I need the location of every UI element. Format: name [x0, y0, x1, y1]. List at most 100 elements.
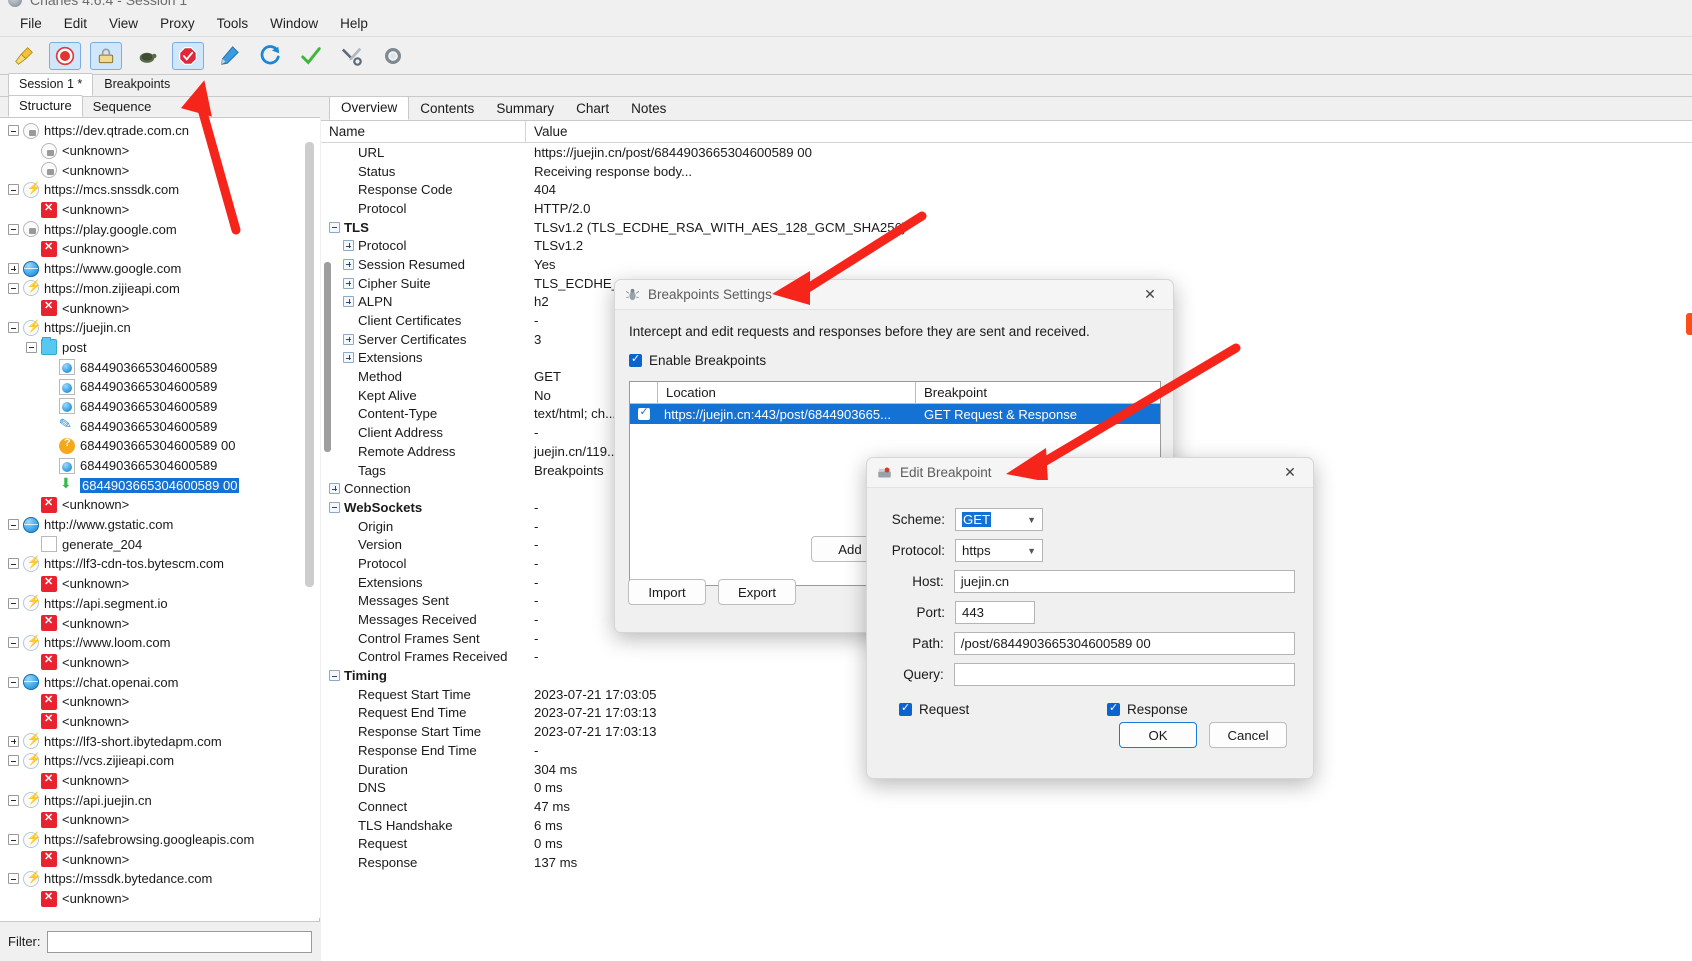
tree-node[interactable]: 6844903665304600589 00: [0, 436, 320, 456]
protocol-select[interactable]: https ▼: [955, 539, 1043, 562]
close-icon[interactable]: ✕: [1277, 462, 1303, 484]
menu-item-view[interactable]: View: [98, 13, 149, 34]
host-input[interactable]: juejin.cn: [953, 570, 1295, 593]
tree-node[interactable]: https://www.google.com: [0, 259, 320, 279]
tree-node[interactable]: https://play.google.com: [0, 219, 320, 239]
tree-node[interactable]: 6844903665304600589 00: [0, 475, 320, 495]
menu-item-window[interactable]: Window: [259, 13, 329, 34]
tree-node[interactable]: 6844903665304600589: [0, 377, 320, 397]
tree-node[interactable]: 6844903665304600589: [0, 357, 320, 377]
overview-row[interactable]: Request 0 ms: [321, 834, 1692, 853]
expand-plus-icon[interactable]: [343, 258, 354, 270]
collapse-minus-icon[interactable]: [8, 223, 19, 235]
tab-summary[interactable]: Summary: [485, 98, 565, 120]
request-checkbox-group[interactable]: Request: [899, 701, 1107, 717]
collapse-minus-icon[interactable]: [8, 834, 19, 846]
tree-node[interactable]: <unknown>: [0, 653, 320, 673]
overview-row[interactable]: Protocol HTTP/2.0: [321, 199, 1692, 218]
collapse-minus-icon[interactable]: [8, 125, 19, 137]
enable-breakpoints-checkbox[interactable]: [629, 352, 642, 367]
tree-node[interactable]: https://lf3-short.ibytedapm.com: [0, 731, 320, 751]
expand-plus-icon[interactable]: [8, 263, 19, 275]
menu-item-proxy[interactable]: Proxy: [149, 13, 206, 34]
export-button[interactable]: Export: [718, 579, 796, 605]
tree-node[interactable]: post: [0, 337, 320, 358]
breakpoints-button[interactable]: [172, 41, 204, 70]
collapse-minus-icon[interactable]: [8, 676, 19, 688]
scrollbar-thumb[interactable]: [305, 142, 314, 587]
ok-button[interactable]: OK: [1119, 722, 1197, 748]
tree-node[interactable]: https://api.juejin.cn: [0, 790, 320, 810]
collapse-minus-icon[interactable]: [26, 341, 37, 353]
tab-notes[interactable]: Notes: [620, 98, 677, 120]
overview-row[interactable]: Protocol TLSv1.2: [321, 236, 1692, 255]
menu-item-file[interactable]: File: [9, 13, 53, 34]
tree-node[interactable]: https://juejin.cn: [0, 318, 320, 338]
tree-node[interactable]: <unknown>: [0, 141, 320, 161]
tree-node[interactable]: <unknown>: [0, 298, 320, 318]
expand-plus-icon[interactable]: [343, 333, 354, 345]
expand-plus-icon[interactable]: [343, 296, 354, 308]
overview-row[interactable]: Session Resumed Yes: [321, 255, 1692, 274]
tree-node[interactable]: <unknown>: [0, 495, 320, 515]
path-input[interactable]: /post/6844903665304600589 00: [953, 632, 1295, 655]
overview-row[interactable]: TLS Handshake 6 ms: [321, 816, 1692, 835]
port-input[interactable]: 443: [955, 601, 1035, 624]
record-button[interactable]: [49, 41, 81, 70]
tree-node[interactable]: <unknown>: [0, 692, 320, 712]
tree-node[interactable]: <unknown>: [0, 771, 320, 791]
ssl-proxying-button[interactable]: [90, 41, 122, 70]
session-tab-session-1[interactable]: Session 1 *: [8, 73, 94, 96]
right-pane-scrollbar[interactable]: [324, 152, 333, 852]
tree-node[interactable]: 6844903665304600589: [0, 397, 320, 417]
overview-row[interactable]: URL https://juejin.cn/post/68449036653046…: [321, 143, 1692, 162]
session-tab-breakpoints[interactable]: Breakpoints: [93, 73, 181, 96]
expand-plus-icon[interactable]: [8, 735, 19, 747]
table-row[interactable]: https://juejin.cn:443/post/6844903665...…: [630, 404, 1160, 424]
tree-node[interactable]: <unknown>: [0, 889, 320, 909]
collapse-minus-icon[interactable]: [8, 597, 19, 609]
expand-plus-icon[interactable]: [343, 277, 354, 289]
tree-node[interactable]: https://mssdk.bytedance.com: [0, 869, 320, 889]
collapse-minus-icon[interactable]: [8, 558, 19, 570]
throttle-button[interactable]: [131, 42, 163, 70]
tree-node[interactable]: 6844903665304600589: [0, 416, 320, 436]
clear-session-button[interactable]: [8, 42, 40, 70]
menu-item-edit[interactable]: Edit: [53, 13, 98, 34]
import-button[interactable]: Import: [628, 579, 706, 605]
scheme-select[interactable]: GET ▼: [955, 508, 1043, 531]
tree-node[interactable]: https://lf3-cdn-tos.bytescm.com: [0, 554, 320, 574]
collapse-minus-icon[interactable]: [8, 184, 19, 196]
expand-plus-icon[interactable]: [343, 352, 354, 364]
tree-node[interactable]: <unknown>: [0, 712, 320, 732]
tree-node[interactable]: https://www.loom.com: [0, 633, 320, 653]
overview-row[interactable]: Response Code 404: [321, 180, 1692, 199]
tree-node[interactable]: https://mcs.snssdk.com: [0, 180, 320, 200]
tree-node[interactable]: https://safebrowsing.googleapis.com: [0, 830, 320, 850]
overview-row[interactable]: Connect 47 ms: [321, 797, 1692, 816]
tree-node[interactable]: https://mon.zijieapi.com: [0, 279, 320, 299]
tab-structure[interactable]: Structure: [8, 95, 83, 117]
tree-node[interactable]: <unknown>: [0, 200, 320, 220]
response-checkbox[interactable]: [1107, 701, 1120, 716]
expand-plus-icon[interactable]: [343, 240, 354, 252]
tree-node[interactable]: <unknown>: [0, 613, 320, 633]
tree-node[interactable]: http://www.gstatic.com: [0, 515, 320, 535]
tree-node[interactable]: <unknown>: [0, 160, 320, 180]
overview-row[interactable]: DNS 0 ms: [321, 778, 1692, 797]
scrollbar-thumb[interactable]: [324, 262, 331, 452]
left-pane-scrollbar[interactable]: [305, 127, 314, 917]
collapse-minus-icon[interactable]: [8, 322, 19, 334]
tree-node[interactable]: <unknown>: [0, 239, 320, 259]
tree-node[interactable]: https://dev.qtrade.com.cn: [0, 121, 320, 141]
tree-node[interactable]: <unknown>: [0, 810, 320, 830]
tree-node[interactable]: https://chat.openai.com: [0, 672, 320, 692]
tree-node[interactable]: <unknown>: [0, 574, 320, 594]
request-checkbox[interactable]: [899, 701, 912, 716]
settings-button[interactable]: [377, 42, 409, 70]
cancel-button[interactable]: Cancel: [1209, 722, 1287, 748]
collapse-minus-icon[interactable]: [8, 519, 19, 531]
repeat-button[interactable]: [254, 42, 286, 70]
validate-button[interactable]: [295, 42, 327, 70]
tree-node[interactable]: <unknown>: [0, 849, 320, 869]
